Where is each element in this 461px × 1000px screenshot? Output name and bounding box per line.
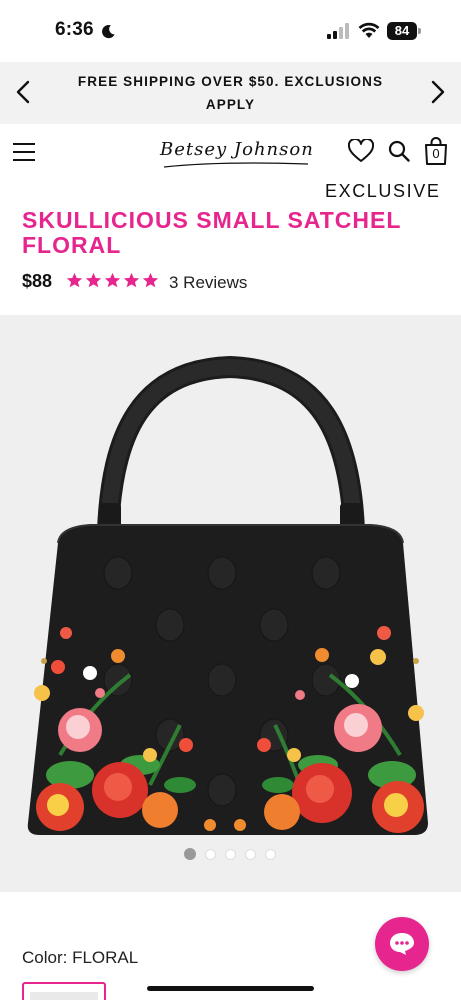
star-icon xyxy=(142,272,159,288)
gallery-dot[interactable] xyxy=(205,848,216,860)
wifi-icon xyxy=(358,22,380,38)
heart-icon[interactable] xyxy=(348,139,374,163)
color-label: Color: FLORAL xyxy=(22,948,139,967)
shopping-bag-button[interactable]: 0 xyxy=(424,137,448,165)
chevron-right-icon[interactable] xyxy=(424,79,450,105)
battery-cap xyxy=(418,28,421,34)
star-rating[interactable] xyxy=(66,272,160,292)
chat-button[interactable] xyxy=(375,917,429,971)
promo-text: FREE SHIPPING OVER $50. EXCLUSIONS APPLY xyxy=(77,74,384,112)
promo-banner: FREE SHIPPING OVER $50. EXCLUSIONS APPLY xyxy=(0,62,461,124)
logo-swoosh xyxy=(163,162,309,168)
gallery-dot[interactable] xyxy=(184,848,196,860)
swatch-image xyxy=(30,992,98,1000)
gallery-dot[interactable] xyxy=(265,848,276,860)
status-bar: 6:36 84 xyxy=(0,0,461,62)
search-icon[interactable] xyxy=(388,140,410,162)
exclusive-badge: EXCLUSIVE xyxy=(325,181,441,201)
reviews-link[interactable]: 3 Reviews xyxy=(169,273,247,293)
chevron-left-icon[interactable] xyxy=(11,79,37,105)
product-image xyxy=(27,355,428,835)
star-icon xyxy=(85,272,102,288)
battery-icon: 84 xyxy=(387,22,421,40)
product-title: SKULLICIOUS SMALL SATCHEL FLORAL xyxy=(22,207,401,258)
home-indicator xyxy=(147,986,314,991)
gallery-pagination[interactable] xyxy=(184,848,276,860)
product-image-gallery[interactable] xyxy=(0,315,461,892)
color-swatch-floral[interactable] xyxy=(22,982,106,1000)
brand-logo[interactable]: Betsey Johnson xyxy=(160,137,313,171)
star-icon xyxy=(104,272,121,288)
gallery-dot[interactable] xyxy=(225,848,236,860)
battery-level: 84 xyxy=(387,22,417,40)
menu-icon[interactable] xyxy=(13,142,35,162)
status-time: 6:36 xyxy=(55,19,94,40)
site-header: Betsey Johnson 0 xyxy=(0,124,461,182)
star-icon xyxy=(66,272,83,288)
price-rating-row: $88 3 Reviews xyxy=(22,271,442,293)
signal-icon xyxy=(327,23,349,39)
moon-icon xyxy=(102,25,115,39)
star-icon xyxy=(123,272,140,288)
gallery-dot[interactable] xyxy=(245,848,256,860)
product-price: $88 xyxy=(22,271,53,291)
bag-count: 0 xyxy=(432,146,440,161)
chat-icon xyxy=(390,933,414,955)
